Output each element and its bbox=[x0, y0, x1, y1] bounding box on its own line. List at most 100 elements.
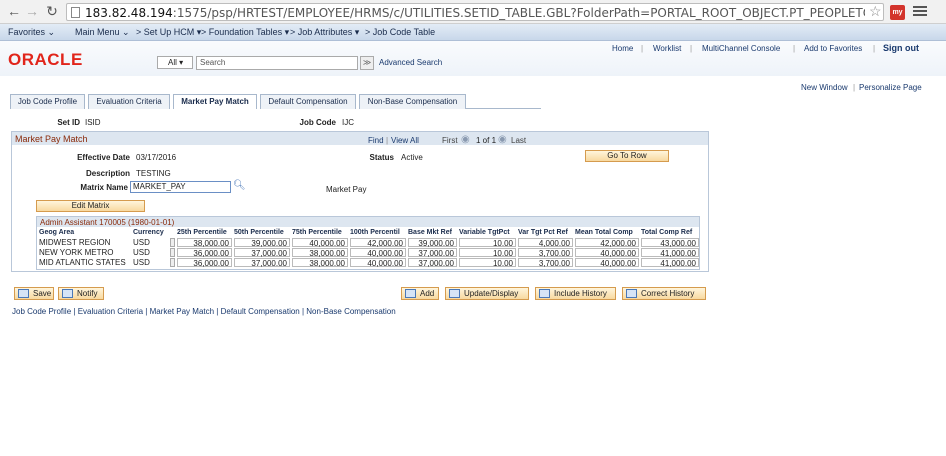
next-arrow-icon[interactable]: ◉ bbox=[498, 134, 507, 145]
tab-default-compensation[interactable]: Default Compensation bbox=[260, 94, 356, 109]
breadcrumb-setup-hcm[interactable]: > Set Up HCM ▾ bbox=[136, 27, 201, 38]
grid-cell: 41,000.00 bbox=[641, 248, 699, 258]
save-icon bbox=[18, 289, 29, 298]
search-scope-select[interactable]: All ▾ bbox=[157, 56, 193, 69]
first-arrow-icon[interactable]: ◉ bbox=[461, 134, 470, 145]
notify-label: Notify bbox=[77, 289, 98, 298]
currency-cell: USD bbox=[133, 258, 150, 267]
col-header: Mean Total Comp bbox=[575, 229, 633, 236]
include-history-button[interactable]: Include History bbox=[535, 287, 616, 300]
extension-icon[interactable]: my bbox=[890, 5, 905, 20]
grid-cell: 37,000.00 bbox=[234, 258, 290, 268]
row-scroll-handle[interactable] bbox=[170, 258, 175, 267]
grid-cell: 41,000.00 bbox=[641, 258, 699, 268]
grid-cell: 37,000.00 bbox=[234, 248, 290, 258]
main-menu[interactable]: Main Menu ⌄ bbox=[75, 27, 130, 38]
multichannel-console-link[interactable]: MultiChannel Console bbox=[702, 44, 780, 53]
group-header: Market Pay Match bbox=[12, 132, 708, 145]
personalize-page-link[interactable]: Personalize Page bbox=[859, 83, 922, 92]
breadcrumb-foundation-tables[interactable]: > Foundation Tables ▾ bbox=[201, 27, 289, 38]
correct-history-label: Correct History bbox=[641, 289, 695, 298]
lookup-icon[interactable]: 🔍︎ bbox=[233, 180, 246, 191]
forward-icon[interactable]: → bbox=[24, 3, 40, 19]
grid-cell: 38,000.00 bbox=[292, 248, 348, 258]
geog-area-cell: MID ATLANTIC STATES bbox=[39, 258, 126, 267]
add-to-favorites-link[interactable]: Add to Favorites bbox=[804, 44, 862, 53]
matrix-name-input[interactable]: MARKET_PAY bbox=[130, 181, 231, 193]
grid-cell: 42,000.00 bbox=[350, 238, 406, 248]
row-scroll-handle[interactable] bbox=[170, 238, 175, 247]
search-go-button[interactable]: ≫ bbox=[360, 56, 374, 70]
favorites-menu[interactable]: Favorites ⌄ bbox=[8, 27, 55, 38]
effective-date-value: 03/17/2016 bbox=[136, 153, 177, 162]
tab-job-code-profile[interactable]: Job Code Profile bbox=[10, 94, 85, 109]
breadcrumb-job-code-table[interactable]: > Job Code Table bbox=[365, 27, 435, 37]
grid-caption-text: Admin Assistant 170005 (1980-01-01) bbox=[40, 218, 175, 227]
geog-area-cell: NEW YORK METRO bbox=[39, 248, 114, 257]
advanced-search-link[interactable]: Advanced Search bbox=[379, 58, 442, 67]
footer-link-evaluation-criteria[interactable]: Evaluation Criteria bbox=[78, 307, 143, 316]
save-button[interactable]: Save bbox=[14, 287, 54, 300]
update-display-button[interactable]: Update/Display bbox=[445, 287, 529, 300]
col-header: 50th Percentile bbox=[234, 229, 284, 236]
row-scroll-handle[interactable] bbox=[170, 248, 175, 257]
separator: | bbox=[386, 136, 389, 145]
footer-link-default-compensation[interactable]: Default Compensation bbox=[221, 307, 300, 316]
footer-link-market-pay-match[interactable]: Market Pay Match bbox=[150, 307, 214, 316]
separator: | bbox=[853, 83, 856, 92]
notify-icon bbox=[62, 289, 73, 298]
worklist-link[interactable]: Worklist bbox=[653, 44, 681, 53]
last-link[interactable]: Last bbox=[511, 136, 526, 145]
status-value: Active bbox=[401, 153, 423, 162]
signout-link[interactable]: Sign out bbox=[883, 43, 919, 53]
address-bar[interactable]: 183.82.48.194:1575/psp/HRTEST/EMPLOYEE/H… bbox=[66, 3, 884, 21]
status-label: Status bbox=[369, 153, 394, 162]
currency-cell: USD bbox=[133, 238, 150, 247]
separator: | bbox=[873, 44, 876, 53]
grid-cell: 39,000.00 bbox=[408, 238, 457, 248]
search-input[interactable]: Search bbox=[196, 56, 358, 70]
page-icon bbox=[71, 7, 80, 18]
add-icon bbox=[405, 289, 416, 298]
back-icon[interactable]: ← bbox=[6, 3, 22, 19]
breadcrumb-job-attributes[interactable]: > Job Attributes ▾ bbox=[290, 27, 359, 38]
new-window-link[interactable]: New Window bbox=[801, 83, 848, 92]
matrix-grid: Admin Assistant 170005 (1980-01-01) Geog… bbox=[36, 216, 700, 270]
group-title: Market Pay Match bbox=[15, 134, 88, 144]
update-display-icon bbox=[449, 289, 460, 298]
row-count: 1 of 1 bbox=[476, 136, 497, 145]
menu-bar: Favorites ⌄ Main Menu ⌄ > Set Up HCM ▾ >… bbox=[0, 24, 946, 41]
grid-cell: 3,700.00 bbox=[518, 258, 573, 268]
tab-non-base-compensation[interactable]: Non-Base Compensation bbox=[359, 94, 466, 109]
home-link[interactable]: Home bbox=[612, 44, 633, 53]
grid-cell: 3,700.00 bbox=[518, 248, 573, 258]
include-history-icon bbox=[539, 289, 550, 298]
separator: | bbox=[793, 44, 796, 53]
tab-evaluation-criteria[interactable]: Evaluation Criteria bbox=[88, 94, 170, 109]
browser-menu-icon[interactable] bbox=[913, 4, 927, 18]
setid-value: ISID bbox=[85, 118, 101, 127]
correct-history-button[interactable]: Correct History bbox=[622, 287, 706, 300]
col-header: 25th Percentile bbox=[177, 229, 227, 236]
bookmark-star-icon[interactable]: ☆ bbox=[869, 2, 882, 20]
edit-matrix-button[interactable]: Edit Matrix bbox=[36, 200, 145, 212]
tab-market-pay-match[interactable]: Market Pay Match bbox=[173, 94, 257, 109]
first-link[interactable]: First bbox=[442, 136, 458, 145]
jobcode-value: IJC bbox=[342, 118, 354, 127]
notify-button[interactable]: Notify bbox=[58, 287, 104, 300]
grid-cell: 10.00 bbox=[459, 258, 516, 268]
go-to-row-button[interactable]: Go To Row bbox=[585, 150, 669, 162]
add-button[interactable]: Add bbox=[401, 287, 439, 300]
find-link[interactable]: Find bbox=[368, 136, 384, 145]
grid-cell: 40,000.00 bbox=[575, 248, 639, 258]
url-text: 183.82.48.194:1575/psp/HRTEST/EMPLOYEE/H… bbox=[85, 6, 865, 20]
matrix-description: Market Pay bbox=[326, 185, 367, 194]
reload-icon[interactable]: ↻ bbox=[44, 3, 60, 19]
footer-link-job-code-profile[interactable]: Job Code Profile bbox=[12, 307, 71, 316]
update-display-label: Update/Display bbox=[464, 289, 519, 298]
grid-cell: 38,000.00 bbox=[177, 238, 232, 248]
footer-link-non-base-compensation[interactable]: Non-Base Compensation bbox=[306, 307, 395, 316]
grid-cell: 40,000.00 bbox=[575, 258, 639, 268]
view-all-link[interactable]: View All bbox=[391, 136, 419, 145]
add-label: Add bbox=[420, 289, 435, 298]
